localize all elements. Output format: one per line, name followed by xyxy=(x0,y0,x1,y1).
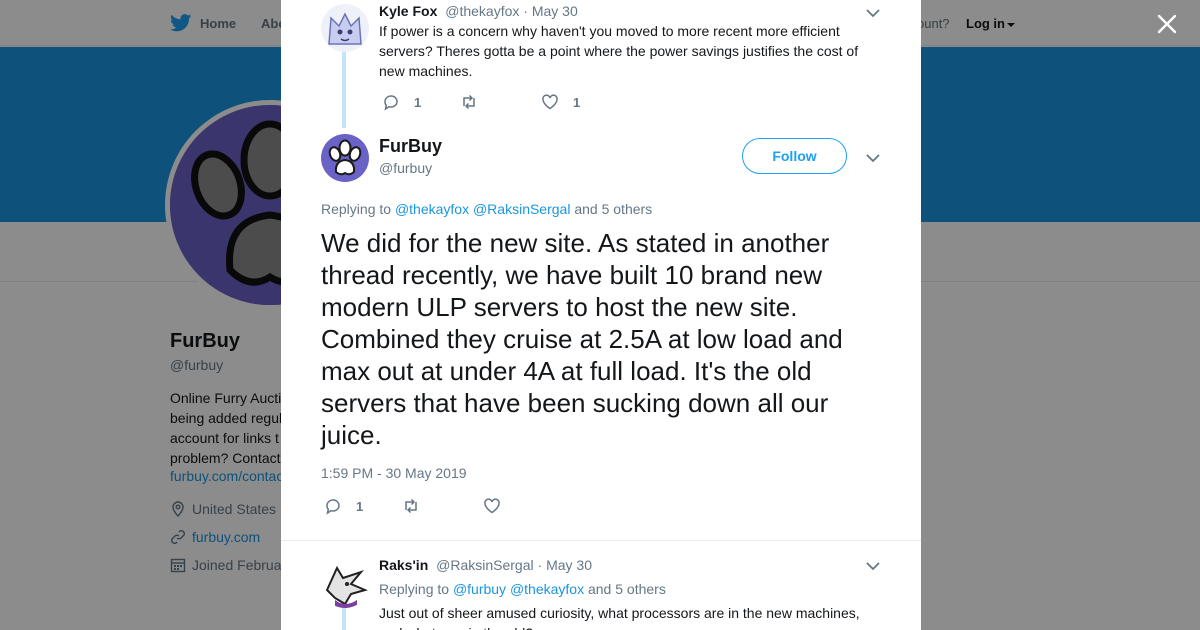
close-button[interactable] xyxy=(1155,12,1179,36)
chevron-down-icon xyxy=(866,9,880,18)
parent-retweet-action[interactable] xyxy=(460,93,492,111)
parent-tweet-menu[interactable] xyxy=(865,6,881,18)
reply-tweet-menu[interactable] xyxy=(865,559,881,571)
kylefox-avatar[interactable] xyxy=(321,4,369,52)
raksin-avatar[interactable] xyxy=(321,560,369,608)
parent-tweet-date[interactable]: · May 30 xyxy=(523,3,577,19)
reply-tweet-text: Just out of sheer amused curiosity, what… xyxy=(379,605,860,630)
reply-tweet-handle[interactable]: @RaksinSergal xyxy=(436,557,533,573)
thread-connector xyxy=(342,608,346,630)
main-tweet-timestamp[interactable]: 1:59 PM - 30 May 2019 xyxy=(321,465,467,481)
parent-reply-count: 1 xyxy=(414,94,422,110)
tweet-permalink-modal: Kyle Fox @thekayfox · May 30 If power is… xyxy=(281,0,921,630)
parent-tweet-name[interactable]: Kyle Fox xyxy=(379,3,437,19)
reply-replying-to: Replying to @furbuy @thekayfox and 5 oth… xyxy=(379,581,666,597)
reply-icon xyxy=(326,499,340,515)
retweet-icon xyxy=(463,94,475,110)
replying-suffix[interactable]: and 5 others xyxy=(588,581,666,597)
sergal-avatar-image xyxy=(321,560,369,608)
like-icon xyxy=(542,94,558,110)
parent-tweet-text: If power is a concern why haven't you mo… xyxy=(379,23,859,79)
chevron-down-icon xyxy=(866,562,880,571)
parent-tweet-handle[interactable]: @thekayfox xyxy=(445,3,519,19)
like-icon xyxy=(484,498,500,514)
reply-tweet-header: Raks'in @RaksinSergal · May 30 xyxy=(379,557,592,573)
chevron-down-icon xyxy=(866,154,880,163)
main-tweet-name[interactable]: FurBuy xyxy=(379,136,442,157)
replying-suffix[interactable]: and 5 others xyxy=(574,201,652,217)
reply-tweet-date[interactable]: · May 30 xyxy=(538,557,592,573)
parent-like-action[interactable]: 1 xyxy=(541,93,580,111)
tweet-divider xyxy=(281,540,921,541)
parent-tweet-header: Kyle Fox @thekayfox · May 30 xyxy=(379,3,578,19)
reply-icon xyxy=(384,95,398,111)
main-reply-action[interactable]: 1 xyxy=(324,497,363,515)
fox-avatar-image xyxy=(321,4,369,52)
mention-link[interactable]: @furbuy xyxy=(453,581,506,597)
replying-prefix: Replying to xyxy=(379,581,450,597)
paw-avatar-image xyxy=(321,134,369,182)
follow-button[interactable]: Follow xyxy=(742,138,847,174)
retweet-icon xyxy=(405,498,417,514)
mention-link[interactable]: @RaksinSergal xyxy=(473,201,570,217)
reply-tweet-name[interactable]: Raks'in xyxy=(379,557,428,573)
main-replying-to: Replying to @thekayfox @RaksinSergal and… xyxy=(321,201,652,217)
main-tweet-text: We did for the new site. As stated in an… xyxy=(321,228,843,450)
furbuy-avatar[interactable] xyxy=(321,134,369,182)
main-tweet-handle[interactable]: @furbuy xyxy=(379,160,432,176)
main-like-action[interactable] xyxy=(483,497,515,515)
mention-link[interactable]: @thekayfox xyxy=(395,201,469,217)
main-retweet-action[interactable] xyxy=(402,497,434,515)
mention-link[interactable]: @thekayfox xyxy=(510,581,584,597)
close-icon xyxy=(1157,14,1177,34)
parent-reply-action[interactable]: 1 xyxy=(382,93,421,111)
thread-connector xyxy=(342,52,346,128)
parent-like-count: 1 xyxy=(573,94,581,110)
replying-prefix: Replying to xyxy=(321,201,392,217)
main-reply-count: 1 xyxy=(356,498,364,514)
main-tweet-menu[interactable] xyxy=(865,151,881,163)
